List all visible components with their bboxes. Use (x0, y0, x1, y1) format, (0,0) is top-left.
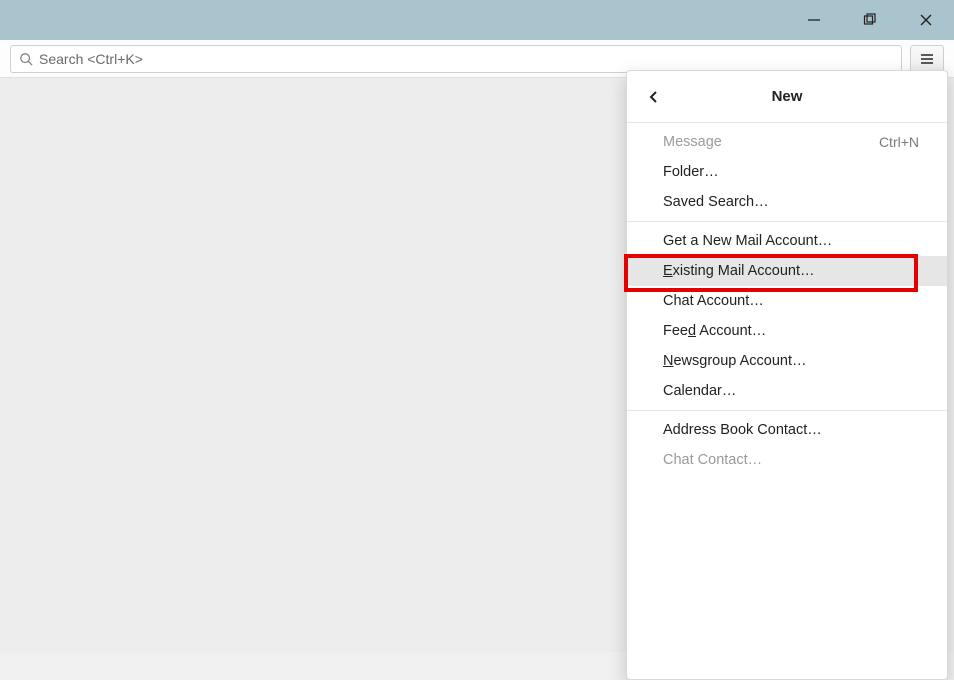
menu-item-newsgroup-account[interactable]: Newsgroup Account… (627, 346, 947, 376)
menu-back-button[interactable] (641, 84, 667, 110)
minimize-icon (807, 13, 821, 27)
menu-item-label: Calendar… (663, 383, 736, 399)
menu-item-label: Chat Contact… (663, 452, 762, 468)
menu-item-label: Chat Account… (663, 293, 764, 309)
menu-item-label: Folder… (663, 164, 719, 180)
menu-item-chat-contact: Chat Contact… (627, 445, 947, 475)
minimize-button[interactable] (786, 0, 842, 40)
menu-item-feed-account[interactable]: Feed Account… (627, 316, 947, 346)
menu-item-label: Get a New Mail Account… (663, 233, 832, 249)
menu-item-folder[interactable]: Folder… (627, 157, 947, 187)
window-controls (786, 0, 954, 40)
hamburger-icon (919, 51, 935, 67)
menu-title: New (627, 88, 947, 105)
menu-item-message: Message Ctrl+N (627, 127, 947, 157)
app-menu-button[interactable] (910, 45, 944, 73)
search-icon (19, 52, 33, 66)
maximize-button[interactable] (842, 0, 898, 40)
menu-item-label: Feed Account… (663, 323, 766, 339)
menu-section-create: Message Ctrl+N Folder… Saved Search… (627, 123, 947, 222)
menu-item-address-book-contact[interactable]: Address Book Contact… (627, 415, 947, 445)
menu-item-label: Message (663, 134, 722, 150)
chevron-left-icon (647, 90, 661, 104)
menu-section-accounts: Get a New Mail Account… Existing Mail Ac… (627, 222, 947, 411)
close-icon (919, 13, 933, 27)
menu-panel-new: New Message Ctrl+N Folder… Saved Search…… (626, 70, 948, 680)
menu-item-existing-mail-account[interactable]: Existing Mail Account… (627, 256, 947, 286)
titlebar (0, 0, 954, 40)
menu-item-shortcut: Ctrl+N (879, 134, 919, 150)
menu-item-get-new-mail-account[interactable]: Get a New Mail Account… (627, 226, 947, 256)
menu-item-calendar[interactable]: Calendar… (627, 376, 947, 406)
maximize-icon (863, 13, 877, 27)
close-button[interactable] (898, 0, 954, 40)
menu-item-label: Saved Search… (663, 194, 769, 210)
search-input[interactable]: Search <Ctrl+K> (10, 45, 902, 73)
menu-item-label: Existing Mail Account… (663, 263, 815, 279)
menu-header: New (627, 71, 947, 123)
menu-section-contacts: Address Book Contact… Chat Contact… (627, 411, 947, 479)
menu-item-chat-account[interactable]: Chat Account… (627, 286, 947, 316)
search-placeholder: Search <Ctrl+K> (39, 51, 143, 67)
menu-item-label: Address Book Contact… (663, 422, 822, 438)
menu-item-saved-search[interactable]: Saved Search… (627, 187, 947, 217)
menu-item-label: Newsgroup Account… (663, 353, 806, 369)
